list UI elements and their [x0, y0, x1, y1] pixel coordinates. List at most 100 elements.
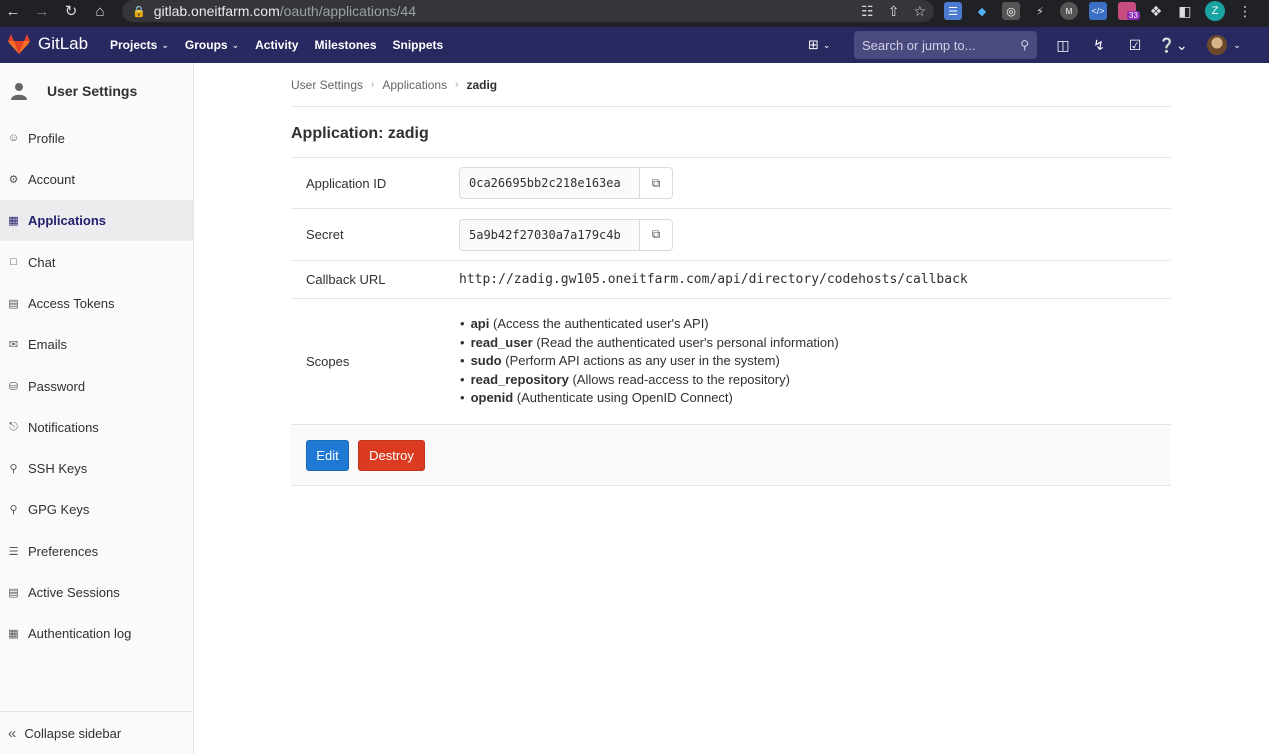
gitlab-logo[interactable]: GitLab — [8, 34, 88, 54]
scope-desc: (Perform API actions as any user in the … — [505, 353, 780, 369]
sidebar-item-label: Profile — [28, 130, 65, 146]
extension-icon[interactable]: ☰ — [944, 2, 962, 20]
extension-icon[interactable]: ◆ — [973, 2, 991, 20]
extension-icon[interactable]: ◎ — [1002, 2, 1020, 20]
sidebar-item-label: Emails — [28, 336, 68, 352]
search-input[interactable] — [862, 37, 1012, 53]
sidebar-item-preferences[interactable]: ☰ Preferences — [0, 531, 193, 571]
sidebar-item-authentication-log[interactable]: ▦ Authentication log — [0, 613, 193, 653]
sidepanel-icon[interactable]: ◧ — [1176, 2, 1194, 20]
sidebar-item-chat[interactable]: □ Chat — [0, 242, 193, 282]
home-icon[interactable]: ⌂ — [89, 0, 111, 22]
list-item: read_user (Read the authenticated user's… — [459, 334, 1171, 352]
chat-icon: □ — [10, 256, 17, 268]
sidebar-item-label: Authentication log — [28, 625, 132, 641]
scope-desc: (Read the authenticated user's personal … — [536, 334, 839, 350]
issues-icon[interactable]: ◫ — [1045, 37, 1081, 54]
help-icon[interactable]: ❔⌄ — [1153, 37, 1193, 54]
breadcrumb-link[interactable]: User Settings — [291, 78, 363, 92]
sidebar-title: User Settings — [47, 82, 138, 99]
nav-activity[interactable]: Activity — [255, 38, 298, 52]
callback-url-value: http://zadig.gw105.oneitfarm.com/api/dir… — [459, 272, 968, 287]
sidebar-item-ssh-keys[interactable]: ⚲ SSH Keys — [0, 448, 193, 488]
sidebar-item-password[interactable]: ⛁ Password — [0, 366, 193, 406]
browser-profile-avatar[interactable]: Z — [1205, 1, 1225, 21]
sidebar-item-emails[interactable]: ✉ Emails — [0, 324, 193, 364]
chevron-down-icon[interactable]: ⌄ — [1227, 40, 1247, 51]
scope-desc: (Access the authenticated user's API) — [492, 316, 709, 332]
copy-application-id-button[interactable]: ⧉ — [639, 167, 673, 199]
scope-name: sudo — [470, 353, 502, 369]
extension-icon[interactable]: </> — [1089, 2, 1107, 20]
gitlab-tanuki-icon — [8, 34, 30, 54]
scope-name: openid — [470, 390, 514, 406]
lock-icon: ⛁ — [8, 380, 19, 393]
destroy-button[interactable]: Destroy — [358, 439, 425, 471]
user-avatar[interactable] — [1207, 35, 1227, 55]
lightning-icon[interactable]: ⚡ — [1031, 2, 1049, 20]
list-item: read_repository (Allows read-access to t… — [459, 371, 1171, 389]
list-item: api (Access the authenticated user's API… — [459, 315, 1171, 333]
breadcrumb-link[interactable]: Applications — [382, 78, 447, 92]
back-arrow-icon[interactable]: ← — [2, 0, 24, 22]
nav-label: Activity — [255, 38, 299, 52]
search-bar[interactable]: ⚲ — [854, 31, 1037, 59]
kebab-menu-icon[interactable]: ⋮ — [1236, 2, 1254, 20]
secret-field: 5a9b42f27030a7a179c4b ⧉ — [459, 218, 1171, 251]
nav-milestones[interactable]: Milestones — [314, 38, 376, 52]
sidebar-item-label: Account — [28, 171, 75, 187]
todo-icon[interactable]: ☑ — [1117, 37, 1153, 54]
sidebar-item-active-sessions[interactable]: ▤ Active Sessions — [0, 572, 193, 612]
log-icon: ▦ — [8, 627, 19, 640]
sidebar-header[interactable]: User Settings — [0, 63, 193, 118]
application-id-input[interactable]: 0ca26695bb2c218e163ea — [459, 167, 639, 199]
scopes-label: Scopes — [306, 354, 350, 369]
scopes-row: Scopes api (Access the authenticated use… — [291, 299, 1171, 425]
share-icon[interactable]: ⇧ — [888, 3, 900, 20]
preferences-icon: ☰ — [8, 545, 19, 558]
list-item: openid (Authenticate using OpenID Connec… — [459, 389, 1171, 407]
copy-secret-button[interactable]: ⧉ — [639, 218, 673, 251]
application-details-table: Application ID 0ca26695bb2c218e163ea ⧉ S… — [291, 157, 1171, 425]
address-bar[interactable]: 🔒 gitlab.oneitfarm.com/oauth/application… — [122, 0, 934, 22]
merge-request-icon[interactable]: ↯ — [1081, 37, 1117, 54]
collapse-sidebar-label: Collapse sidebar — [24, 725, 122, 741]
nav-projects[interactable]: Projects ⌄ — [110, 38, 169, 52]
extension-icon[interactable]: M — [1060, 2, 1078, 20]
sidebar-item-account[interactable]: ⚙ Account — [0, 159, 193, 199]
applications-icon: ▦ — [8, 215, 19, 227]
chevron-right-icon: › — [371, 79, 375, 90]
secret-row: Secret 5a9b42f27030a7a179c4b ⧉ — [291, 209, 1171, 261]
nav-groups[interactable]: Groups ⌄ — [185, 38, 239, 52]
extension-badge: 33 — [1127, 11, 1140, 20]
mail-icon: ✉ — [8, 338, 19, 351]
sidebar-item-notifications[interactable]: ⎋ Notifications — [0, 407, 193, 447]
bookmark-star-icon[interactable]: ☆ — [913, 3, 926, 20]
forward-arrow-icon[interactable]: → — [31, 0, 53, 22]
reload-icon[interactable]: ↻ — [60, 0, 82, 22]
sidebar-item-label: Applications — [28, 213, 107, 228]
sidebar-item-gpg-keys[interactable]: ⚲ GPG Keys — [0, 489, 193, 529]
callback-url-label: Callback URL — [306, 272, 386, 287]
sidebar-item-label: Password — [28, 378, 86, 394]
collapse-sidebar-button[interactable]: « Collapse sidebar — [0, 711, 193, 754]
sidebar-item-applications[interactable]: ▦ Applications — [0, 200, 193, 241]
nav-label: Snippets — [392, 38, 444, 52]
main-content: User Settings › Applications › zadig App… — [291, 63, 1171, 486]
nav-label: Groups — [184, 38, 228, 52]
edit-button[interactable]: Edit — [306, 439, 349, 471]
url-host: gitlab.oneitfarm.com — [153, 3, 280, 19]
nav-snippets[interactable]: Snippets — [393, 38, 444, 52]
breadcrumb-current[interactable]: zadig — [466, 78, 497, 92]
translate-icon[interactable]: ☷ — [861, 3, 874, 20]
new-item-dropdown[interactable]: ⊞ ⌄ — [808, 37, 844, 53]
sidebar-item-profile[interactable]: ☺ Profile — [0, 118, 193, 158]
scope-desc: (Allows read-access to the repository) — [572, 371, 790, 387]
extension-icon[interactable]: 33 — [1118, 2, 1140, 20]
token-icon: ▤ — [8, 297, 19, 310]
puzzle-icon[interactable]: ❖ — [1147, 2, 1165, 20]
scope-desc: (Authenticate using OpenID Connect) — [516, 390, 733, 406]
secret-input[interactable]: 5a9b42f27030a7a179c4b — [459, 218, 639, 251]
key-icon: ⚲ — [9, 462, 18, 475]
sidebar-item-access-tokens[interactable]: ▤ Access Tokens — [0, 283, 193, 323]
